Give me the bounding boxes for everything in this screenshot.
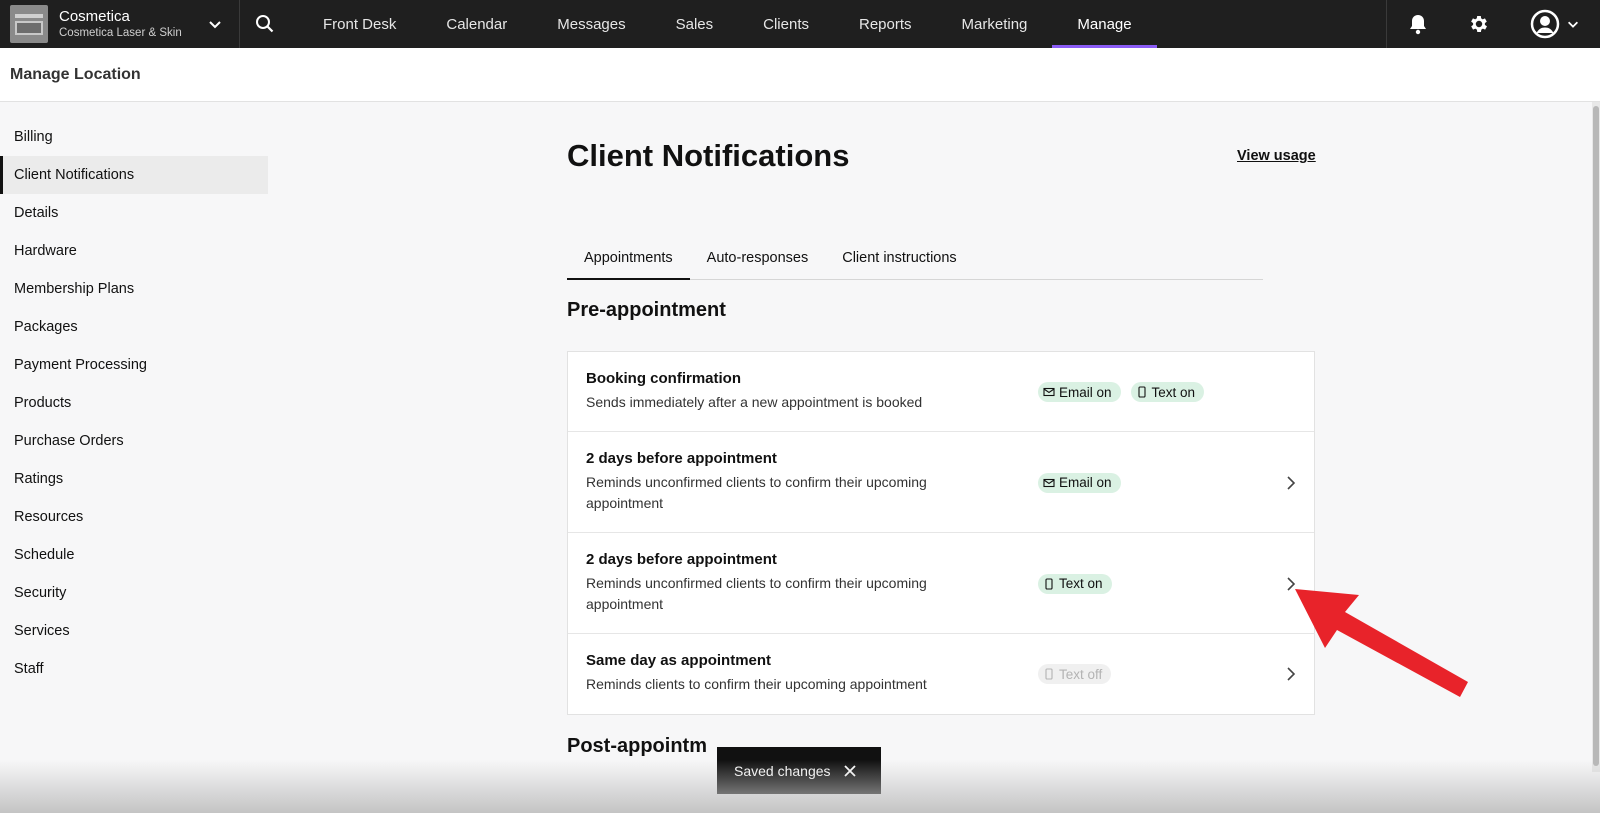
gear-icon [1471, 16, 1487, 32]
sidebar-item-payment-processing[interactable]: Payment Processing [0, 346, 268, 384]
search-button[interactable] [240, 0, 290, 48]
sidebar-item-services[interactable]: Services [0, 612, 268, 650]
notification-description: Reminds unconfirmed clients to confirm t… [586, 575, 927, 612]
phone-icon [1045, 668, 1053, 680]
chevron-right-icon[interactable] [1284, 576, 1298, 591]
section-title-pre-appointment: Pre-appointment [567, 299, 726, 321]
nav-item-reports[interactable]: Reports [834, 0, 937, 48]
sidebar-item-details[interactable]: Details [0, 194, 268, 232]
settings-sidebar: Billing Client Notifications Details Hardwa… [0, 118, 268, 688]
notification-title: 2 days before appointment [586, 551, 777, 568]
page-header-title: Manage Location [10, 65, 141, 83]
sidebar-item-schedule[interactable]: Schedule [0, 536, 268, 574]
sidebar-item-purchase-orders[interactable]: Purchase Orders [0, 422, 268, 460]
main-nav: Front Desk Calendar Messages Sales Clients Re… [298, 0, 1157, 48]
sidebar-item-packages[interactable]: Packages [0, 308, 268, 346]
notification-description: Reminds clients to confirm their upcomin… [586, 676, 927, 692]
sidebar-item-ratings[interactable]: Ratings [0, 460, 268, 498]
sidebar-item-products[interactable]: Products [0, 384, 268, 422]
notification-row[interactable]: 2 days before appointment Reminds unconfi… [568, 432, 1314, 533]
sidebar-item-client-notifications[interactable]: Client Notifications [0, 156, 268, 194]
phone-icon [1137, 386, 1146, 398]
channel-badges: Email on [1038, 472, 1121, 493]
page-header: Manage Location [0, 48, 1600, 102]
nav-item-front-desk[interactable]: Front Desk [298, 0, 421, 48]
nav-item-clients[interactable]: Clients [738, 0, 834, 48]
badge-label: Email on [1059, 384, 1112, 400]
tab-appointments[interactable]: Appointments [567, 236, 690, 280]
bell-icon [1409, 15, 1426, 35]
sidebar-item-membership-plans[interactable]: Membership Plans [0, 270, 268, 308]
page-title: Client Notifications [567, 138, 850, 173]
tab-client-instructions[interactable]: Client instructions [825, 236, 973, 279]
notification-title: 2 days before appointment [586, 450, 777, 467]
settings-button[interactable] [1448, 0, 1510, 48]
nav-item-calendar[interactable]: Calendar [421, 0, 532, 48]
business-logo [10, 5, 48, 43]
status-badge: Text off [1038, 664, 1112, 684]
phone-icon [1045, 577, 1053, 590]
mail-icon [1043, 387, 1055, 397]
nav-item-manage[interactable]: Manage [1052, 0, 1157, 48]
notification-row[interactable]: Same day as appointment Reminds clients t… [568, 634, 1314, 714]
notification-row[interactable]: Booking confirmation Sends immediately af… [568, 352, 1314, 432]
channel-badges: Email on Text on [1038, 382, 1205, 402]
sidebar-item-security[interactable]: Security [0, 574, 268, 612]
nav-item-messages[interactable]: Messages [532, 0, 650, 48]
notification-title: Same day as appointment [586, 652, 772, 669]
nav-item-marketing[interactable]: Marketing [937, 0, 1053, 48]
section-title-post-appointment: Post-appointm [567, 735, 707, 757]
sidebar-item-billing[interactable]: Billing [0, 118, 268, 156]
chevron-right-icon[interactable] [1284, 475, 1298, 490]
badge-label: Text on [1151, 384, 1196, 400]
brand-text: Cosmetica Cosmetica Laser & Skin [59, 8, 182, 40]
notifications-button[interactable] [1386, 0, 1448, 48]
top-nav-bar: Cosmetica Cosmetica Laser & Skin Front D… [0, 0, 1600, 48]
nav-item-sales[interactable]: Sales [651, 0, 739, 48]
header-actions [1386, 0, 1600, 48]
status-badge: Text on [1038, 573, 1112, 594]
location-name: Cosmetica Laser & Skin [59, 27, 182, 40]
notification-description: Reminds unconfirmed clients to confirm t… [586, 474, 927, 511]
location-switcher[interactable]: Cosmetica Cosmetica Laser & Skin [0, 0, 240, 48]
channel-badges: Text on [1038, 573, 1112, 594]
status-badge: Email on [1038, 382, 1121, 402]
business-name: Cosmetica [59, 7, 130, 25]
tab-auto-responses[interactable]: Auto-responses [690, 236, 826, 279]
notification-tabs: Appointments Auto-responses Client instruc… [567, 236, 1263, 280]
saved-changes-toast: Saved changes [717, 747, 881, 794]
notification-list: Booking confirmation Sends immediately af… [567, 351, 1315, 715]
notification-row[interactable]: 2 days before appointment Reminds unconfi… [568, 533, 1314, 634]
user-avatar-icon [1530, 9, 1560, 39]
sidebar-item-staff[interactable]: Staff [0, 650, 268, 688]
mail-icon [1043, 478, 1055, 487]
chevron-down-icon[interactable] [207, 16, 223, 32]
status-badge: Email on [1038, 472, 1121, 493]
search-icon [256, 15, 274, 33]
badge-label: Text on [1059, 576, 1103, 591]
channel-badges: Text off [1038, 664, 1112, 684]
sidebar-item-hardware[interactable]: Hardware [0, 232, 268, 270]
notification-description: Sends immediately after a new appointmen… [586, 394, 923, 410]
toast-message: Saved changes [734, 762, 831, 779]
chevron-down-icon [1568, 21, 1578, 28]
close-icon[interactable] [843, 764, 857, 778]
scrollbar-thumb[interactable] [1593, 106, 1599, 766]
badge-label: Email on [1059, 475, 1112, 490]
view-usage-link[interactable]: View usage [1237, 148, 1316, 164]
account-menu[interactable] [1510, 0, 1600, 48]
badge-label: Text off [1059, 666, 1103, 682]
sidebar-item-resources[interactable]: Resources [0, 498, 268, 536]
status-badge: Text on [1130, 382, 1205, 402]
chevron-right-icon[interactable] [1284, 667, 1298, 681]
